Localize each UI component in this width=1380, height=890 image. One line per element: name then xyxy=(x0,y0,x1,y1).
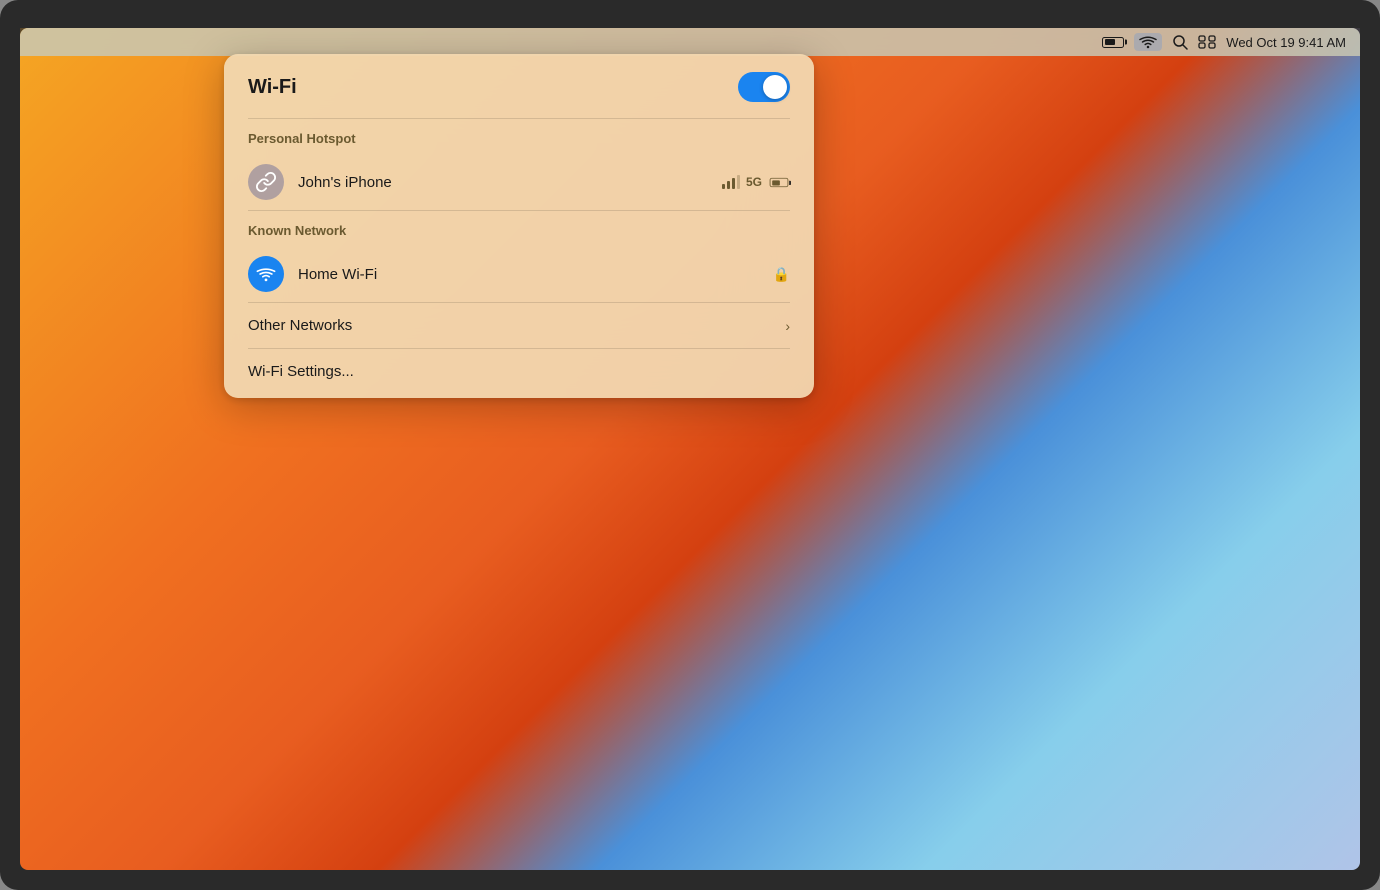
popup-title: Wi-Fi xyxy=(248,76,297,99)
wifi-menubar-svg xyxy=(1139,35,1157,49)
iphone-battery xyxy=(770,177,789,186)
iphone-battery-body xyxy=(770,177,789,186)
signal-bars xyxy=(722,175,740,189)
known-network-row-home[interactable]: Home Wi-Fi 🔒 xyxy=(224,246,814,302)
wifi-settings-row[interactable]: Wi-Fi Settings... xyxy=(224,349,814,398)
hotspot-name: John's iPhone xyxy=(298,174,708,191)
signal-bar-1 xyxy=(722,184,725,189)
wifi-popup: Wi-Fi Personal Hotspot John's iPhone xyxy=(224,54,814,398)
wifi-menubar-button[interactable] xyxy=(1134,33,1162,51)
search-menubar-button[interactable] xyxy=(1172,34,1188,50)
signal-bar-4 xyxy=(737,175,740,189)
home-wifi-meta: 🔒 xyxy=(773,266,790,283)
search-icon xyxy=(1172,34,1188,50)
battery-icon xyxy=(1102,37,1124,48)
signal-bar-2 xyxy=(727,181,730,189)
toggle-knob xyxy=(763,75,787,99)
menubar: Wed Oct 19 9:41 AM xyxy=(20,28,1360,56)
link-icon xyxy=(255,171,277,193)
hotspot-meta: 5G xyxy=(722,175,790,189)
iphone-battery-fill xyxy=(772,179,780,184)
bezel: Wed Oct 19 9:41 AM Wi-Fi Personal Hotspo… xyxy=(0,0,1380,890)
other-networks-label: Other Networks xyxy=(248,317,352,334)
other-networks-row[interactable]: Other Networks › xyxy=(224,303,814,348)
chevron-right-icon: › xyxy=(785,318,790,334)
wifi-toggle[interactable] xyxy=(738,72,790,102)
battery-fill xyxy=(1105,39,1115,45)
home-wifi-name: Home Wi-Fi xyxy=(298,266,759,283)
signal-bar-3 xyxy=(732,178,735,189)
hotspot-row-iphone[interactable]: John's iPhone 5G xyxy=(224,154,814,210)
5g-badge: 5G xyxy=(746,175,762,189)
popup-header: Wi-Fi xyxy=(224,54,814,118)
personal-hotspot-label: Personal Hotspot xyxy=(224,119,814,154)
home-wifi-icon-wrap xyxy=(248,256,284,292)
control-center-button[interactable] xyxy=(1198,35,1216,49)
menubar-right: Wed Oct 19 9:41 AM xyxy=(1102,33,1346,51)
control-center-icon xyxy=(1198,35,1216,49)
wifi-settings-label: Wi-Fi Settings... xyxy=(248,363,354,380)
battery-body xyxy=(1102,37,1124,48)
screen: Wed Oct 19 9:41 AM Wi-Fi Personal Hotspo… xyxy=(20,28,1360,870)
hotspot-icon-wrap xyxy=(248,164,284,200)
known-network-label: Known Network xyxy=(224,211,814,246)
lock-icon: 🔒 xyxy=(773,266,790,283)
menubar-datetime[interactable]: Wed Oct 19 9:41 AM xyxy=(1226,35,1346,50)
wifi-icon xyxy=(256,264,276,284)
